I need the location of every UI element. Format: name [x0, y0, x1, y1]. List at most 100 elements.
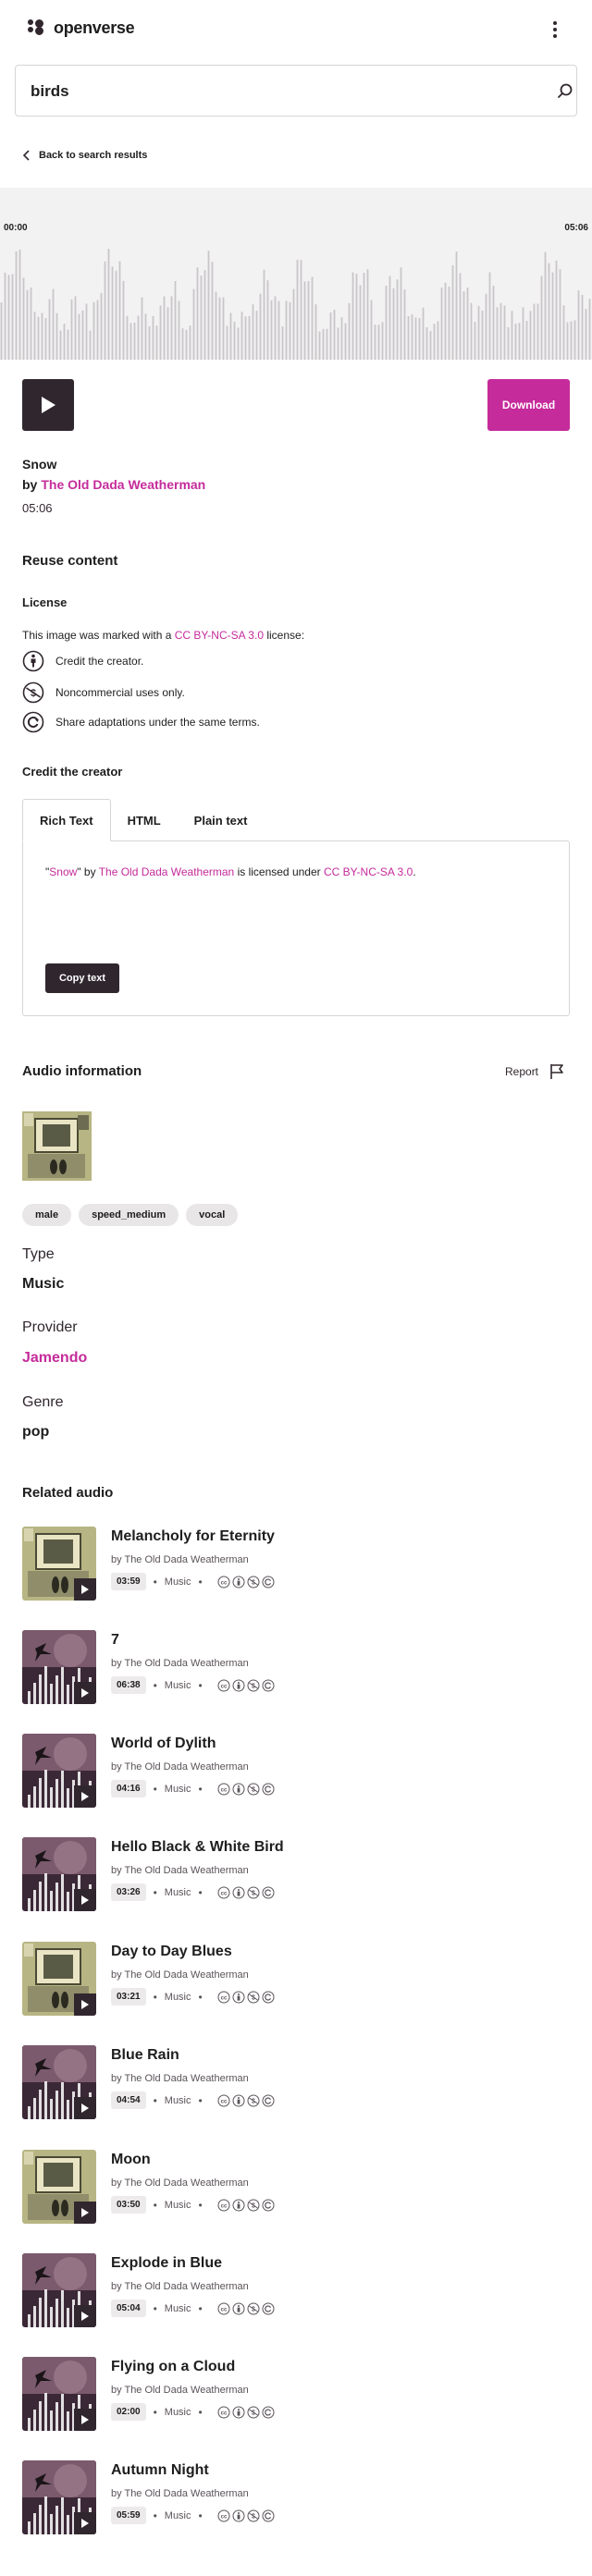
license-icons: cc $	[217, 1679, 275, 1692]
cc-nc-icon: $	[247, 2509, 260, 2521]
play-icon[interactable]	[74, 1785, 96, 1808]
waveform-bar	[263, 269, 265, 360]
back-link-label: Back to search results	[39, 150, 148, 161]
related-title[interactable]: World of Dylith	[111, 1736, 216, 1752]
related-category: Music	[164, 1679, 191, 1691]
back-to-results-link[interactable]: Back to search results	[22, 150, 147, 161]
related-audio-item[interactable]: Day to Day Blues by The Old Dada Weather…	[22, 1942, 570, 2018]
cc-nc-icon: $	[247, 2406, 260, 2418]
related-thumbnail[interactable]	[22, 1942, 96, 2016]
cc-sa-icon	[262, 2199, 275, 2211]
waveform-bar	[581, 294, 584, 360]
waveform-bar	[555, 260, 558, 360]
tab-rich-text[interactable]: Rich Text	[22, 799, 111, 841]
waveform-bar	[544, 251, 547, 360]
related-title[interactable]: 7	[111, 1632, 119, 1649]
related-title[interactable]: Hello Black & White Bird	[111, 1839, 284, 1856]
waveform-bar	[133, 322, 136, 360]
kebab-menu-icon[interactable]	[544, 18, 566, 41]
related-thumbnail[interactable]	[22, 2460, 96, 2534]
search-icon[interactable]	[556, 82, 574, 101]
related-thumbnail[interactable]	[22, 1527, 96, 1601]
audio-waveform-seekbar[interactable]: 00:00 05:06	[0, 188, 592, 360]
waveform-bar	[204, 270, 206, 360]
openverse-logo[interactable]: openverse	[28, 18, 135, 38]
tag-chip[interactable]: male	[22, 1204, 72, 1226]
related-audio-item[interactable]: Autumn Night by The Old Dada Weatherman …	[22, 2460, 570, 2536]
related-audio-item[interactable]: 7 by The Old Dada Weatherman 06:38 • Mus…	[22, 1630, 570, 1706]
license-link[interactable]: CC BY-NC-SA 3.0	[175, 629, 264, 642]
related-title[interactable]: Moon	[111, 2152, 151, 2168]
related-audio-item[interactable]: Melancholy for Eternity by The Old Dada …	[22, 1527, 570, 1602]
waveform-bar	[178, 301, 180, 360]
waveform-bar	[192, 288, 195, 360]
waveform-bar	[492, 286, 495, 360]
cc-nc-icon: $	[247, 2302, 260, 2314]
related-title[interactable]: Blue Rain	[111, 2047, 179, 2064]
related-audio-item[interactable]: Moon by The Old Dada Weatherman 03:50 • …	[22, 2150, 570, 2226]
attribution-tabs: Rich Text HTML Plain text	[22, 799, 264, 841]
play-icon[interactable]	[74, 2097, 96, 2119]
play-icon[interactable]	[74, 2305, 96, 2327]
play-button[interactable]	[22, 379, 74, 431]
license-icons: cc $	[217, 1783, 275, 1796]
related-thumbnail[interactable]	[22, 1734, 96, 1808]
related-thumbnail[interactable]	[22, 2150, 96, 2224]
attr-title-link[interactable]: Snow	[49, 865, 77, 878]
license-icons: cc $	[217, 2199, 275, 2212]
report-button[interactable]: Report	[505, 1063, 564, 1080]
creator-link[interactable]: The Old Dada Weatherman	[41, 477, 205, 492]
waveform-bar	[429, 330, 432, 360]
play-icon[interactable]	[74, 1993, 96, 2016]
play-icon[interactable]	[74, 2202, 96, 2224]
license-icons: cc $	[217, 2406, 275, 2419]
play-icon[interactable]	[74, 1682, 96, 1704]
tab-plain-text[interactable]: Plain text	[178, 799, 265, 841]
related-audio-item[interactable]: Blue Rain by The Old Dada Weatherman 04:…	[22, 2045, 570, 2121]
related-thumbnail[interactable]	[22, 2253, 96, 2327]
attr-creator-link[interactable]: The Old Dada Weatherman	[99, 865, 235, 878]
related-audio-item[interactable]: Hello Black & White Bird by The Old Dada…	[22, 1837, 570, 1913]
play-icon[interactable]	[74, 1889, 96, 1911]
attr-license-link[interactable]: CC BY-NC-SA 3.0	[324, 865, 413, 878]
related-audio-item[interactable]: Flying on a Cloud by The Old Dada Weathe…	[22, 2357, 570, 2433]
waveform-bar	[218, 297, 221, 360]
separator-dot: •	[198, 2405, 203, 2419]
waveform-bar	[7, 275, 10, 360]
related-thumbnail[interactable]	[22, 1837, 96, 1911]
waveform-bar	[437, 321, 439, 360]
play-icon[interactable]	[74, 2409, 96, 2431]
tag-chip[interactable]: vocal	[186, 1204, 239, 1226]
tag-chip[interactable]: speed_medium	[79, 1204, 179, 1226]
related-title[interactable]: Explode in Blue	[111, 2255, 222, 2272]
separator-dot: •	[153, 2093, 157, 2107]
related-title[interactable]: Day to Day Blues	[111, 1944, 232, 1960]
cc-by-icon	[232, 1783, 245, 1795]
waveform-bar	[318, 331, 321, 360]
related-thumbnail[interactable]	[22, 2045, 96, 2119]
related-title[interactable]: Autumn Night	[111, 2462, 209, 2479]
waveform-bar	[400, 267, 402, 360]
related-title[interactable]: Melancholy for Eternity	[111, 1528, 275, 1545]
waveform-bar	[118, 261, 121, 360]
download-button[interactable]: Download	[487, 379, 570, 431]
tab-html[interactable]: HTML	[111, 799, 178, 841]
related-title[interactable]: Flying on a Cloud	[111, 2359, 235, 2375]
genre-label: Genre	[22, 1394, 64, 1410]
track-title: Snow	[22, 457, 57, 472]
cc-by-icon	[232, 2302, 245, 2314]
cc-nc-icon: $	[247, 1679, 260, 1691]
related-audio-item[interactable]: World of Dylith by The Old Dada Weatherm…	[22, 1734, 570, 1809]
related-thumbnail[interactable]	[22, 2357, 96, 2431]
play-icon[interactable]	[74, 1578, 96, 1601]
search-input[interactable]	[31, 79, 512, 104]
waveform-bar	[474, 322, 476, 360]
related-audio-item[interactable]: Explode in Blue by The Old Dada Weatherm…	[22, 2253, 570, 2329]
related-duration: 03:59	[111, 1573, 146, 1590]
play-icon[interactable]	[74, 2512, 96, 2534]
provider-link[interactable]: Jamendo	[22, 1350, 87, 1367]
copy-text-button[interactable]: Copy text	[45, 963, 119, 993]
license-icons: cc $	[217, 2302, 275, 2315]
related-thumbnail[interactable]	[22, 1630, 96, 1704]
waveform-bar	[300, 260, 302, 360]
